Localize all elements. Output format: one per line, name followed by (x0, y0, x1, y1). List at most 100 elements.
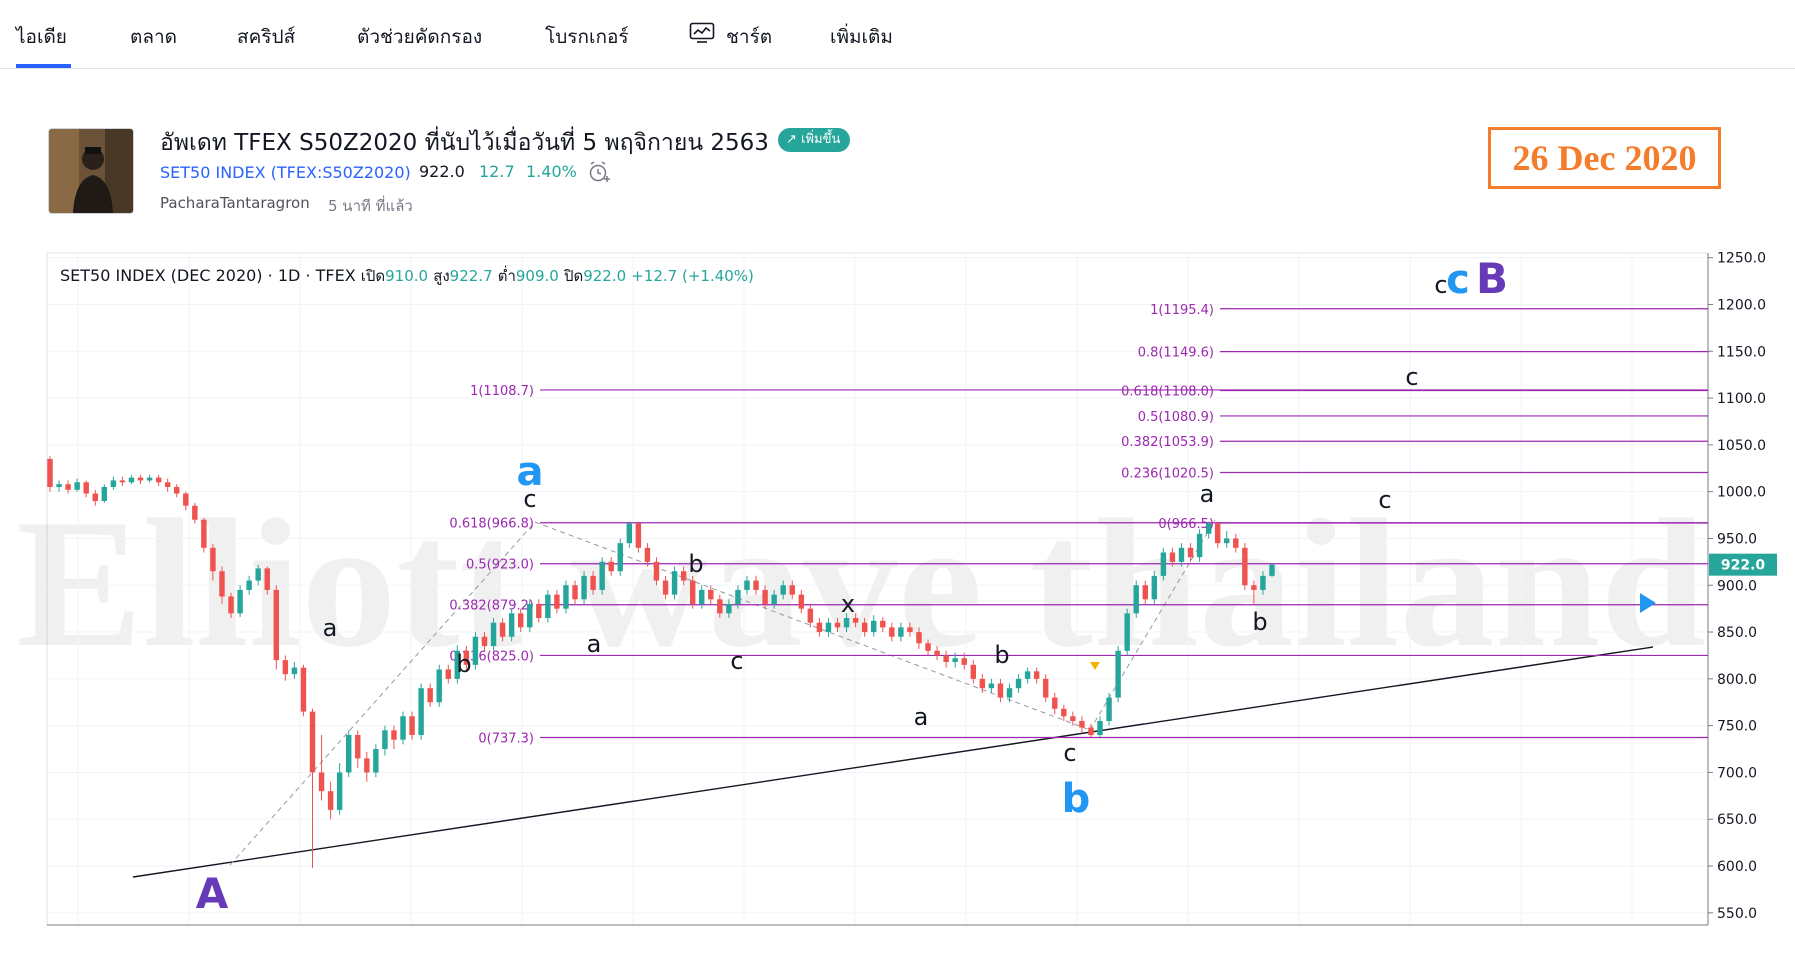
fib-level-label: 0.5(1080.9) (1138, 410, 1214, 425)
candle-body (807, 608, 814, 623)
candle-body (934, 650, 940, 656)
candle-body (355, 735, 361, 759)
candle-body (1233, 538, 1239, 548)
legend-open: 910.0 (385, 267, 429, 285)
candle-body (481, 636, 488, 647)
candle-body (861, 622, 868, 633)
y-tick-label: 550.0 (1717, 906, 1757, 922)
candle-body (1052, 697, 1058, 709)
candle-body (907, 627, 913, 633)
candle-body (1033, 671, 1040, 679)
y-tick-label: 650.0 (1717, 812, 1757, 828)
legend-separator: · (267, 266, 273, 285)
candle-body (1142, 585, 1148, 600)
fib-level-label: 0(737.3) (478, 732, 534, 747)
candle-body (1260, 575, 1266, 590)
legend-separator: · (305, 266, 311, 285)
candle-body (1061, 708, 1067, 717)
candle-body (409, 716, 415, 736)
y-tick-label: 1100.0 (1717, 391, 1766, 407)
candle-body (780, 585, 786, 595)
candle-body (572, 585, 578, 600)
candle-body (1070, 716, 1076, 721)
wave-label: a (587, 630, 602, 658)
candle-body (762, 589, 768, 604)
candle-body (653, 561, 660, 581)
candle-body (979, 678, 986, 689)
legend-close-label: ปิด (563, 267, 584, 285)
candle-body (508, 613, 515, 637)
y-tick-label: 1250.0 (1717, 251, 1766, 267)
candle-body (671, 571, 678, 595)
candle-body (699, 589, 705, 604)
candle-body (527, 603, 533, 628)
candle-body (164, 482, 171, 487)
candle-body (282, 660, 289, 675)
legend-close: 922.0 (583, 267, 627, 285)
legend-symbol: SET50 INDEX (DEC 2020) (60, 266, 263, 285)
candle-body (373, 749, 379, 773)
fib-level-label: 1(1108.7) (470, 384, 534, 399)
candle-body (952, 658, 958, 663)
candle-body (1115, 650, 1121, 698)
fib-level-label: 0.618(966.8) (449, 517, 534, 532)
candle-body (1015, 678, 1022, 689)
candle-body (970, 664, 977, 679)
candle-body (1124, 613, 1130, 651)
y-tick-label: 700.0 (1717, 765, 1757, 781)
y-tick-label: 1000.0 (1717, 485, 1766, 501)
candle-body (735, 589, 741, 604)
candle-body (1269, 564, 1275, 576)
candle-body (237, 589, 243, 614)
candle-body (490, 622, 497, 647)
y-tick-label: 1150.0 (1717, 344, 1766, 360)
y-tick-label: 1200.0 (1717, 297, 1766, 313)
wave-label: c (523, 485, 536, 513)
candle-body (680, 571, 687, 581)
candle-body (590, 575, 596, 590)
candle-body (300, 667, 307, 712)
candle-body (228, 596, 234, 614)
candle-body (789, 585, 795, 595)
legend-exchange: TFEX (315, 266, 356, 285)
candle-body (1205, 523, 1212, 534)
candle-body (852, 618, 859, 623)
candle-body (1079, 720, 1085, 728)
candle-body (65, 484, 71, 490)
wave-label: A (196, 869, 229, 918)
wave-label: c (1063, 739, 1076, 767)
candle-body (662, 580, 669, 595)
wave-label: c (1405, 363, 1418, 391)
candle-body (1169, 552, 1176, 562)
candle-body (617, 543, 623, 572)
candle-body (825, 622, 832, 633)
candle-body (545, 594, 551, 619)
candle-body (961, 658, 967, 665)
candle-body (345, 735, 352, 773)
candle-body (626, 523, 633, 544)
candle-body (255, 568, 261, 581)
candle-body (56, 484, 62, 487)
candle-body (291, 667, 298, 675)
candle-body (1042, 678, 1049, 698)
candle-body (336, 772, 343, 810)
price-chart[interactable]: Elliott wave thailand1250.01200.01150.01… (0, 0, 1795, 958)
candle-body (183, 493, 189, 506)
candle-body (843, 618, 850, 628)
candle-body (499, 622, 506, 637)
candle-body (563, 585, 569, 609)
candle-body (201, 519, 207, 548)
candle-body (744, 580, 750, 590)
fib-level-label: 0.8(1149.6) (1138, 346, 1214, 361)
wave-label: b (1062, 776, 1091, 822)
y-tick-label: 800.0 (1717, 672, 1757, 688)
candle-body (889, 627, 895, 637)
candle-body (635, 523, 642, 548)
candle-body (128, 477, 135, 483)
legend-high-label: สูง (433, 267, 450, 285)
candle-body (327, 791, 334, 810)
chart-legend: SET50 INDEX (DEC 2020) · 1D · TFEX เปิด9… (60, 264, 754, 288)
candle-body (74, 482, 80, 490)
candle-body (554, 594, 560, 609)
candle-body (834, 622, 841, 628)
